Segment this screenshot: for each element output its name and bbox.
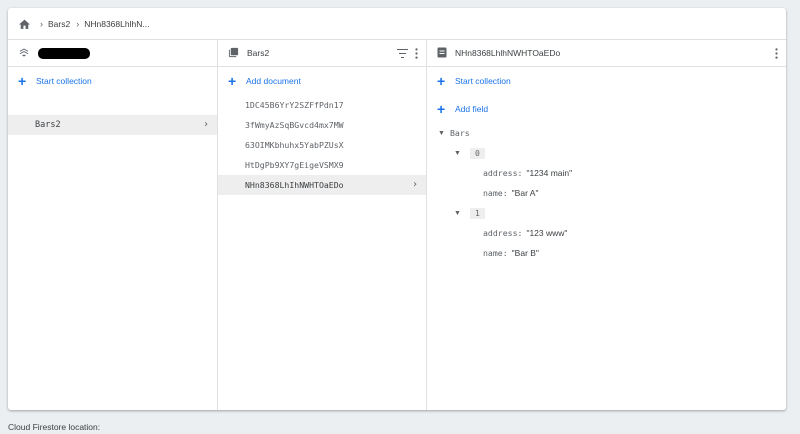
firestore-data-panel: › Bars2 › NHn8368LhlhN... + Start collec… xyxy=(8,8,786,410)
document-id: 1DC45B6YrY2SZFfPdn17 xyxy=(245,100,344,110)
home-icon[interactable] xyxy=(18,17,32,31)
redacted-project-name xyxy=(38,47,90,59)
root-column: + Start collection Bars2 › xyxy=(8,40,218,410)
document-item[interactable]: 1DC45B6YrY2SZFfPdn17 xyxy=(218,95,426,115)
document-id: HtDgPb9XY7gEigeVSMX9 xyxy=(245,160,344,170)
more-vert-icon[interactable] xyxy=(775,48,778,61)
array-index: 0 xyxy=(470,147,485,159)
more-vert-icon[interactable] xyxy=(415,48,418,61)
document-item[interactable]: 63OIMKbhuhx5YabPZUsX xyxy=(218,135,426,155)
document-id: NHn8368LhIhNWHTOaEDo xyxy=(245,180,344,190)
document-id: 63OIMKbhuhx5YabPZUsX xyxy=(245,140,344,150)
field-value: "1234 main" xyxy=(526,168,573,178)
field-key: Bars xyxy=(450,128,470,138)
add-field-label: Add field xyxy=(455,104,489,114)
plus-icon: + xyxy=(18,73,27,89)
document-header-actions xyxy=(775,48,778,61)
root-column-header xyxy=(8,40,217,67)
start-collection-label: Start collection xyxy=(36,76,92,86)
field-row-bars[interactable]: ▼ Bars xyxy=(427,123,785,143)
document-id: 3fWmyAzSqBGvcd4mx7MW xyxy=(245,120,344,130)
firestore-location-label: Cloud Firestore location: xyxy=(8,422,101,432)
chevron-right-icon: › xyxy=(76,18,80,29)
add-document-button[interactable]: + Add document xyxy=(218,67,426,95)
collection-item-label: Bars2 xyxy=(35,120,61,130)
field-value: "Bar A" xyxy=(511,188,539,198)
collection-column: Bars2 + Add document 1DC45B6YrY2SZFfPdn1… xyxy=(218,40,427,410)
field-key: name: xyxy=(483,248,508,258)
document-item-selected[interactable]: NHn8368LhIhNWHTOaEDo › xyxy=(218,175,426,195)
document-icon xyxy=(437,47,447,60)
array-item-row[interactable]: ▼ 0 xyxy=(427,143,785,163)
field-tree: ▼ Bars ▼ 0 address: "1234 main" name: "B… xyxy=(427,123,785,263)
plus-icon: + xyxy=(437,73,446,89)
field-key: address: xyxy=(483,168,523,178)
map-field-row[interactable]: name: "Bar A" xyxy=(427,183,785,203)
array-index: 1 xyxy=(470,207,485,219)
document-column: NHn8368LhlhNWHTOaEDo + Start collection … xyxy=(427,40,786,410)
plus-icon: + xyxy=(228,73,237,89)
breadcrumb-item-document[interactable]: NHn8368LhlhN... xyxy=(84,19,149,29)
add-document-label: Add document xyxy=(246,76,301,86)
document-item[interactable]: HtDgPb9XY7gEigeVSMX9 xyxy=(218,155,426,175)
start-subcollection-button[interactable]: + Start collection xyxy=(427,67,786,95)
collection-column-header: Bars2 xyxy=(218,40,426,67)
document-title: NHn8368LhlhNWHTOaEDo xyxy=(455,48,561,58)
document-column-header: NHn8368LhlhNWHTOaEDo xyxy=(427,40,786,67)
field-key: address: xyxy=(483,228,523,238)
map-field-row[interactable]: address: "1234 main" xyxy=(427,163,785,183)
map-field-row[interactable]: address: "123 www" xyxy=(427,223,785,243)
chevron-right-icon: › xyxy=(202,119,209,130)
breadcrumb-item-collection[interactable]: Bars2 xyxy=(48,19,70,29)
firestore-icon xyxy=(18,46,30,60)
filter-icon[interactable] xyxy=(397,49,408,60)
document-item[interactable]: 3fWmyAzSqBGvcd4mx7MW xyxy=(218,115,426,135)
add-field-button[interactable]: + Add field xyxy=(427,95,786,123)
breadcrumb: › Bars2 › NHn8368LhlhN... xyxy=(8,8,786,40)
expand-arrow-icon[interactable]: ▼ xyxy=(454,150,464,157)
collection-title: Bars2 xyxy=(247,48,270,58)
expand-arrow-icon[interactable]: ▼ xyxy=(438,130,448,137)
document-list: 1DC45B6YrY2SZFfPdn17 3fWmyAzSqBGvcd4mx7M… xyxy=(218,95,426,195)
expand-arrow-icon[interactable]: ▼ xyxy=(454,210,464,217)
collection-header-actions xyxy=(397,48,418,61)
field-value: "123 www" xyxy=(526,228,568,238)
field-key: name: xyxy=(483,188,508,198)
start-collection-label: Start collection xyxy=(455,76,511,86)
chevron-right-icon: › xyxy=(411,179,418,190)
chevron-right-icon: › xyxy=(40,18,43,29)
collection-item-bars2[interactable]: Bars2 › xyxy=(8,115,217,135)
start-collection-button[interactable]: + Start collection xyxy=(8,67,217,95)
map-field-row[interactable]: name: "Bar B" xyxy=(427,243,785,263)
plus-icon: + xyxy=(437,101,446,117)
collection-icon xyxy=(228,47,239,60)
array-item-row[interactable]: ▼ 1 xyxy=(427,203,785,223)
field-value: "Bar B" xyxy=(511,248,539,258)
